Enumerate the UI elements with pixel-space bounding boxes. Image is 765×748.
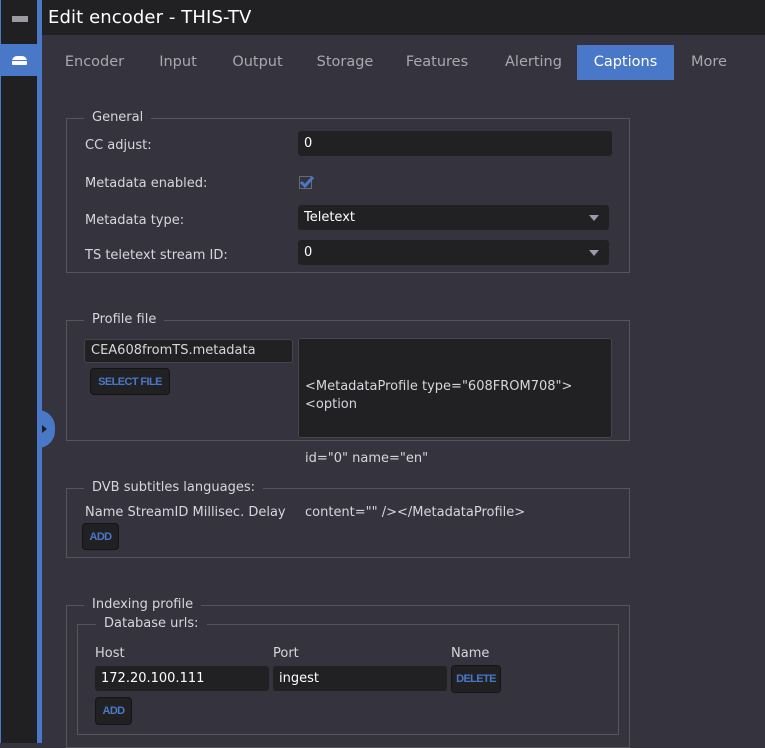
ts-teletext-stream-id-label: TS teletext stream ID: <box>85 248 228 263</box>
database-urls-legend: Database urls: <box>104 616 199 631</box>
tab-alerting[interactable]: Alerting <box>490 45 577 80</box>
tab-captions[interactable]: Captions <box>577 45 674 80</box>
tab-input[interactable]: Input <box>147 45 209 80</box>
sidebar-item-encoders[interactable] <box>0 44 42 76</box>
dropdown-arrow-icon <box>589 215 599 221</box>
cc-adjust-input[interactable]: 0 <box>298 131 612 156</box>
menu-button[interactable] <box>2 0 38 44</box>
port-column-header: Port <box>273 646 299 661</box>
metadata-type-select[interactable]: Teletext <box>298 205 609 230</box>
add-url-button[interactable]: ADD <box>95 697 132 725</box>
cc-adjust-label: CC adjust: <box>85 138 152 153</box>
ts-teletext-stream-id-select[interactable]: 0 <box>298 240 609 265</box>
delete-url-button[interactable]: DELETE <box>451 665 501 693</box>
sidebar-border <box>37 0 42 743</box>
chevron-right-icon <box>42 425 47 433</box>
ts-teletext-stream-id-value: 0 <box>304 245 313 260</box>
title-bar: Edit encoder - THIS-TV <box>42 0 765 35</box>
tab-more[interactable]: More <box>674 45 744 80</box>
name-column-header: Name <box>451 646 490 661</box>
metadata-enabled-label: Metadata enabled: <box>85 176 208 191</box>
tab-features[interactable]: Features <box>384 45 490 80</box>
dvb-subtitles-columns: Name StreamID Millisec. Delay <box>85 505 286 520</box>
general-legend: General <box>92 110 144 125</box>
hamburger-icon <box>12 16 28 28</box>
profile-filename-field: CEA608fromTS.metadata <box>84 339 293 363</box>
select-file-button[interactable]: SELECT FILE <box>90 368 170 395</box>
indexing-profile-legend: Indexing profile <box>92 597 194 612</box>
metadata-type-label: Metadata type: <box>85 213 185 228</box>
sidebar <box>0 0 37 743</box>
profile-file-legend: Profile file <box>92 312 157 327</box>
dropdown-arrow-icon <box>589 250 599 256</box>
tab-output[interactable]: Output <box>209 45 306 80</box>
sidebar-expand-handle[interactable] <box>38 410 55 448</box>
tab-storage[interactable]: Storage <box>306 45 384 80</box>
dvb-subtitles-legend: DVB subtitles languages: <box>92 480 255 495</box>
tab-encoder[interactable]: Encoder <box>42 45 147 80</box>
port-input[interactable]: ingest <box>273 666 447 691</box>
metadata-type-value: Teletext <box>304 210 355 225</box>
profile-content-line: id="0" name="en" <box>305 451 429 466</box>
page-title: Edit encoder - THIS-TV <box>48 7 252 28</box>
profile-content-line: <MetadataProfile type="608FROM708"><opti… <box>305 379 573 412</box>
inbox-icon <box>11 55 27 65</box>
profile-content-textarea[interactable]: <MetadataProfile type="608FROM708"><opti… <box>298 338 612 520</box>
host-input[interactable]: 172.20.100.111 <box>95 666 269 691</box>
metadata-enabled-checkbox[interactable] <box>299 176 315 189</box>
dvb-add-button[interactable]: ADD <box>82 523 119 550</box>
checkmark-icon <box>299 176 315 189</box>
host-column-header: Host <box>95 646 125 661</box>
tab-bar: Encoder Input Output Storage Features Al… <box>42 45 744 80</box>
